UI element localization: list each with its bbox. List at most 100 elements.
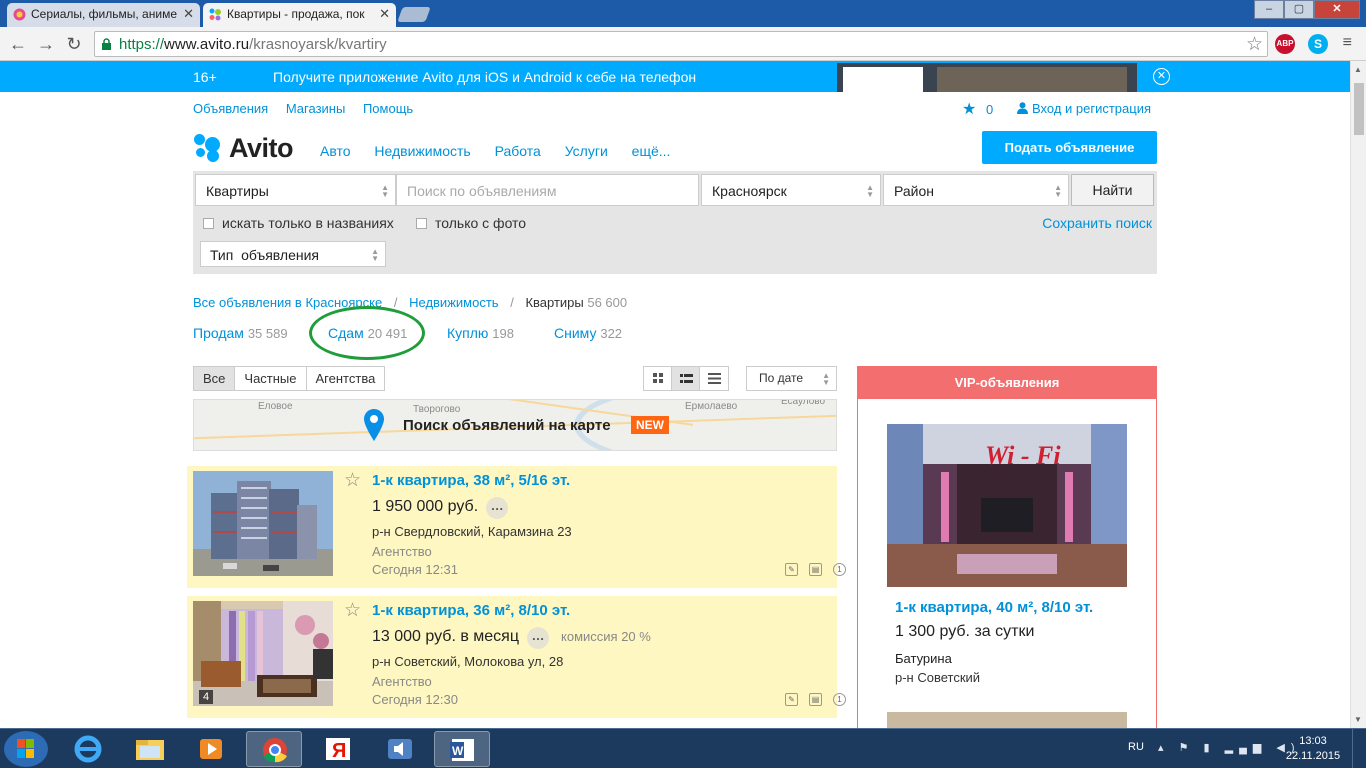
nav-shops-link[interactable]: Магазины <box>286 101 346 116</box>
listing-item[interactable]: ☆ 1-к квартира, 38 м², 5/16 эт. 1 950 00… <box>187 466 846 588</box>
checkbox-box[interactable] <box>203 218 214 229</box>
document-icon[interactable]: ▤ <box>809 563 822 576</box>
search-input[interactable]: Поиск по объявлениям <box>396 174 699 206</box>
scroll-up-icon[interactable]: ▲ <box>1354 65 1362 74</box>
checkbox-box[interactable] <box>416 218 427 229</box>
minimize-button[interactable]: ‒ <box>1254 0 1284 19</box>
browser-menu-icon[interactable]: ≡ <box>1343 34 1352 52</box>
ie-taskbar-icon[interactable] <box>60 731 116 767</box>
breadcrumb-realty-link[interactable]: Недвижимость <box>409 295 498 310</box>
back-arrow-icon[interactable]: ← <box>6 32 30 56</box>
post-ad-button[interactable]: Подать объявление <box>982 131 1157 164</box>
yandex-taskbar-icon[interactable]: Я <box>310 731 366 767</box>
tab-avito[interactable]: Квартиры - продажа, пок ✕ <box>203 3 396 27</box>
system-tray-icons[interactable]: ▴ ⚑ ▮ ▂▄▆ ◀) <box>1158 741 1301 754</box>
sort-select[interactable]: По дате ▲ ▼ <box>746 366 837 391</box>
category-more[interactable]: ещё... <box>632 143 671 159</box>
deal-sell-link[interactable]: Продам 35 589 <box>193 325 288 341</box>
system-clock[interactable]: 13:03 22.11.2015 <box>1284 734 1342 764</box>
window-controls: ‒ ▢ ✕ <box>1254 0 1360 19</box>
category-select[interactable]: Квартиры ▲ ▼ <box>195 174 396 206</box>
more-options-icon[interactable]: … <box>486 497 509 519</box>
explorer-taskbar-icon[interactable] <box>122 731 178 767</box>
speaker-taskbar-icon[interactable] <box>372 731 428 767</box>
list-view-icon[interactable] <box>672 367 700 390</box>
lock-icon <box>102 38 111 50</box>
listing-photo[interactable] <box>193 471 333 576</box>
vip-listing-photo[interactable] <box>887 712 1127 728</box>
tab-close-icon[interactable]: ✕ <box>183 3 194 25</box>
category-auto[interactable]: Авто <box>320 143 351 159</box>
district-select[interactable]: Район ▲ ▼ <box>883 174 1069 206</box>
breadcrumb-count: 56 600 <box>587 295 628 310</box>
address-bar[interactable]: https://www.avito.ru/krasnoyarsk/kvartir… <box>94 31 1268 57</box>
listing-title[interactable]: 1-к квартира, 38 м², 5/16 эт. <box>372 472 570 489</box>
city-select[interactable]: Красноярск ▲ ▼ <box>701 174 881 206</box>
ad-type-select[interactable]: Тип объявления ▲ ▼ <box>200 241 386 267</box>
app-promo-banner[interactable]: 16+ Получите приложение Avito для iOS и … <box>0 61 1350 92</box>
document-icon[interactable]: ▤ <box>809 693 822 706</box>
word-taskbar-icon[interactable]: W <box>434 731 490 767</box>
map-search-banner[interactable]: Еловое Творогово Ермолаево Есаулово Поис… <box>193 399 837 451</box>
logo-text: Avito <box>229 133 294 163</box>
tab-label: Квартиры - продажа, пок <box>227 7 365 21</box>
page-scrollbar[interactable]: ▲ ▼ <box>1350 61 1366 728</box>
note-icon[interactable]: ✎ <box>785 693 798 706</box>
start-button[interactable] <box>4 731 48 767</box>
note-icon[interactable]: ✎ <box>785 563 798 576</box>
listing-item[interactable]: 4 ☆ 1-к квартира, 36 м², 8/10 эт. 13 000… <box>187 596 846 718</box>
info-icon[interactable]: 1 <box>833 563 846 576</box>
chrome-taskbar-icon[interactable] <box>246 731 302 767</box>
category-realty[interactable]: Недвижимость <box>374 143 470 159</box>
find-button[interactable]: Найти <box>1071 174 1154 206</box>
listing-action-icons: ✎ ▤ 1 <box>774 563 846 576</box>
favorite-star-icon[interactable]: ☆ <box>344 469 361 492</box>
map-search-title[interactable]: Поиск объявлений на карте <box>403 417 611 434</box>
svg-text:W: W <box>452 744 464 758</box>
filter-all-tab[interactable]: Все <box>194 367 236 390</box>
category-jobs[interactable]: Работа <box>495 143 541 159</box>
more-options-icon[interactable]: … <box>527 627 550 649</box>
tab-serials[interactable]: Сериалы, фильмы, аниме ✕ <box>7 3 200 27</box>
nav-ads-link[interactable]: Объявления <box>193 101 268 116</box>
login-link[interactable]: Вход и регистрация <box>1017 101 1151 116</box>
vip-listing-photo[interactable]: Wi - Fi <box>887 424 1127 587</box>
save-search-link[interactable]: Сохранить поиск <box>1042 215 1152 231</box>
maximize-button[interactable]: ▢ <box>1284 0 1314 19</box>
grid-view-icon[interactable] <box>644 367 672 390</box>
deal-rent-link[interactable]: Сниму 322 <box>554 325 622 341</box>
show-desktop-button[interactable] <box>1352 729 1366 768</box>
close-window-button[interactable]: ✕ <box>1314 0 1360 19</box>
filter-agencies-tab[interactable]: Агентства <box>306 367 385 390</box>
promo-text[interactable]: Получите приложение Avito для iOS и Andr… <box>273 69 696 85</box>
reload-icon[interactable]: ↻ <box>62 32 86 56</box>
listing-title[interactable]: 1-к квартира, 36 м², 8/10 эт. <box>372 602 570 619</box>
language-indicator[interactable]: RU <box>1128 741 1144 753</box>
scroll-thumb[interactable] <box>1354 83 1364 135</box>
vip-sidebar: VIP-объявления Wi - Fi 1-к квартира, 40 … <box>857 366 1157 728</box>
vip-photo-text: Wi - Fi <box>985 441 1061 470</box>
vip-listing-title[interactable]: 1-к квартира, 40 м², 8/10 эт. <box>895 599 1093 616</box>
listing-photo[interactable] <box>193 601 333 706</box>
scroll-down-icon[interactable]: ▼ <box>1354 715 1362 724</box>
deal-buy-link[interactable]: Куплю 198 <box>447 325 514 341</box>
tab-close-icon[interactable]: ✕ <box>379 3 390 25</box>
nav-help-link[interactable]: Помощь <box>363 101 413 116</box>
photo-only-checkbox[interactable]: только с фото <box>416 215 526 231</box>
favorites-link[interactable]: ★ 0 <box>962 99 993 119</box>
listing-action-icons: ✎ ▤ 1 <box>774 693 846 706</box>
filter-private-tab[interactable]: Частные <box>235 367 307 390</box>
favorite-star-icon[interactable]: ☆ <box>344 599 361 622</box>
skype-extension-icon[interactable]: S <box>1308 34 1328 54</box>
bookmark-star-icon[interactable]: ☆ <box>1246 33 1263 56</box>
category-services[interactable]: Услуги <box>565 143 608 159</box>
promo-close-icon[interactable]: ✕ <box>1153 68 1170 85</box>
new-tab-button[interactable] <box>397 7 431 22</box>
media-player-taskbar-icon[interactable] <box>183 731 239 767</box>
info-icon[interactable]: 1 <box>833 693 846 706</box>
adblock-extension-icon[interactable]: ABP <box>1275 34 1295 54</box>
forward-arrow-icon[interactable]: → <box>34 32 58 56</box>
favorites-count: 0 <box>985 102 994 117</box>
titles-only-checkbox[interactable]: искать только в названиях <box>203 215 394 231</box>
compact-list-view-icon[interactable] <box>700 367 728 390</box>
